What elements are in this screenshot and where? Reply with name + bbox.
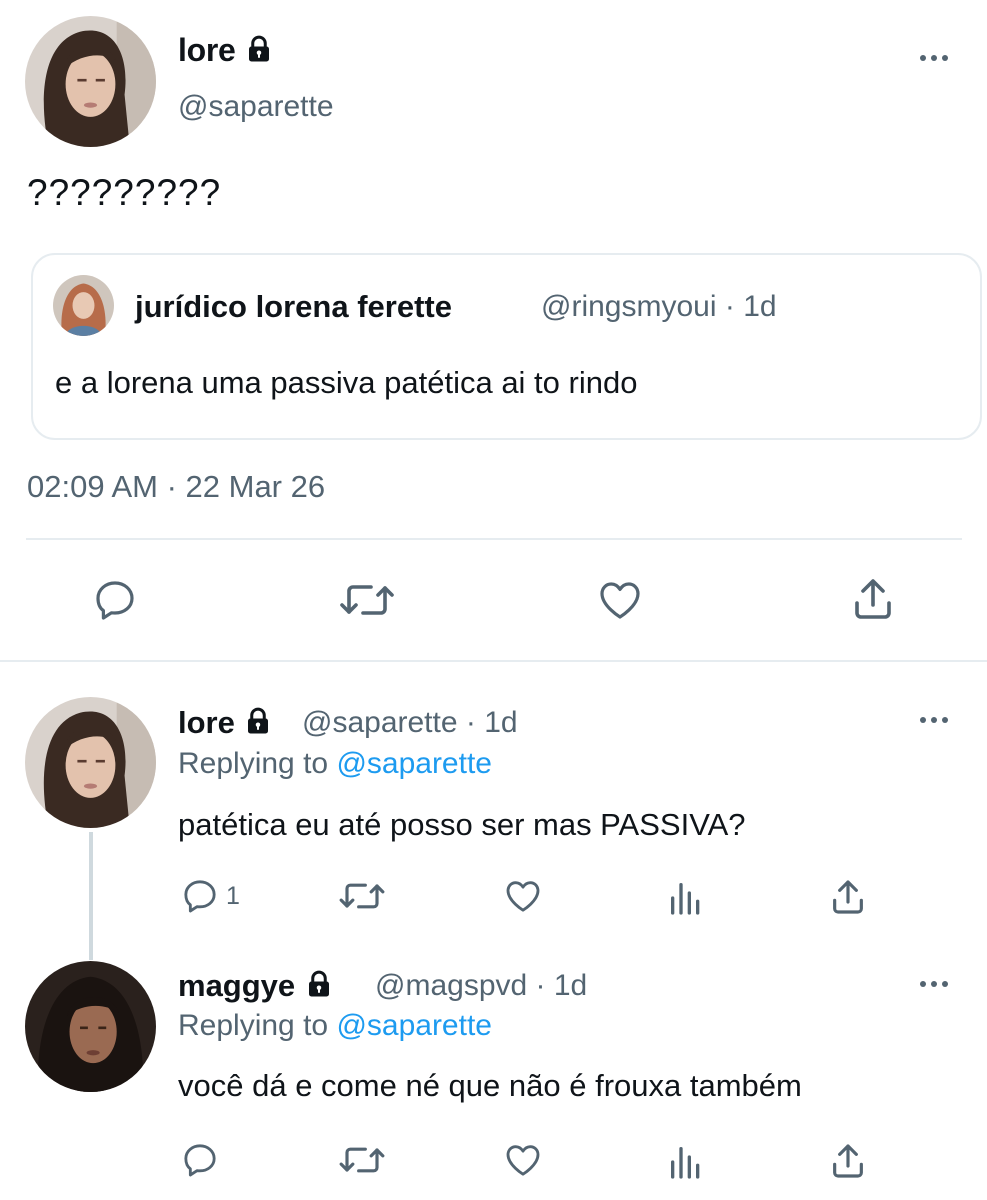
like-icon — [506, 881, 540, 912]
like-icon — [506, 1145, 540, 1176]
reply-button[interactable]: 1 — [180, 876, 240, 916]
share-icon — [833, 880, 863, 914]
mention-link[interactable]: @saparette — [336, 747, 492, 780]
separator-dot: · — [465, 706, 476, 739]
tweet-age[interactable]: 1d — [484, 706, 517, 739]
reply-icon — [184, 1144, 216, 1177]
more-options-icon[interactable] — [914, 48, 954, 68]
reply-icon — [184, 880, 216, 913]
more-options-icon[interactable] — [914, 710, 954, 730]
retweet-button[interactable] — [339, 576, 395, 624]
share-button[interactable] — [828, 876, 868, 918]
retweet-button[interactable] — [338, 876, 386, 916]
like-button[interactable] — [502, 1140, 544, 1180]
retweet-button[interactable] — [338, 1140, 386, 1180]
quoted-handle[interactable]: @ringsmyoui — [541, 290, 717, 323]
separator-dot: · — [724, 290, 735, 323]
quoted-age[interactable]: 1d — [743, 290, 776, 323]
avatar[interactable] — [25, 961, 156, 1092]
share-icon — [833, 1144, 863, 1178]
user-handle[interactable]: @saparette — [178, 90, 334, 124]
more-options-icon[interactable] — [914, 974, 954, 994]
replying-to: Replying to @saparette — [178, 747, 492, 781]
lock-icon — [308, 970, 329, 997]
analytics-button[interactable] — [666, 878, 706, 918]
replying-to-label: Replying to — [178, 1009, 329, 1042]
analytics-button[interactable] — [666, 1142, 706, 1182]
like-icon — [600, 582, 640, 619]
retweet-icon — [339, 883, 385, 909]
reply-button[interactable] — [91, 576, 139, 624]
like-button[interactable] — [595, 576, 645, 624]
tweet-timestamp[interactable]: 02:09 AM · 22 Mar 26 — [27, 469, 325, 505]
thread-line — [89, 832, 93, 960]
display-name[interactable]: maggye — [178, 968, 334, 1004]
share-button[interactable] — [828, 1140, 868, 1182]
reply-count: 1 — [226, 881, 240, 910]
like-button[interactable] — [502, 876, 544, 916]
separator-dot: · — [535, 969, 546, 1002]
tweet-age[interactable]: 1d — [554, 969, 587, 1002]
tweet-text: ????????? — [27, 172, 222, 213]
reply-meta: @magspvd · 1d — [375, 969, 587, 1003]
display-name-text: maggye — [178, 968, 296, 1003]
lock-icon — [248, 707, 269, 734]
display-name-text: lore — [178, 705, 235, 740]
avatar[interactable] — [25, 697, 156, 828]
reply-button[interactable] — [180, 1140, 226, 1180]
retweet-icon — [340, 585, 394, 615]
divider — [0, 660, 987, 662]
replying-to: Replying to @saparette — [178, 1009, 492, 1043]
divider — [26, 538, 962, 540]
avatar[interactable] — [25, 16, 156, 147]
tweet-text: patética eu até posso ser mas PASSIVA? — [178, 807, 746, 842]
replying-to-label: Replying to — [178, 747, 329, 780]
user-handle[interactable]: @magspvd — [375, 969, 527, 1002]
analytics-icon — [671, 883, 700, 915]
reply-meta: @saparette · 1d — [302, 706, 518, 740]
share-button[interactable] — [849, 574, 897, 624]
quoted-meta: @ringsmyoui · 1d — [541, 290, 777, 324]
user-handle[interactable]: @saparette — [302, 706, 458, 739]
display-name-text: lore — [178, 32, 236, 68]
display-name[interactable]: lore — [178, 705, 273, 741]
mention-link[interactable]: @saparette — [336, 1009, 492, 1042]
quoted-display-name[interactable]: jurídico lorena ferette — [135, 289, 452, 325]
analytics-icon — [671, 1147, 700, 1179]
lock-icon — [249, 35, 270, 62]
tweet-text: você dá e come né que não é frouxa també… — [178, 1068, 802, 1103]
reply-icon — [96, 581, 134, 620]
quoted-text: e a lorena uma passiva patética ai to ri… — [55, 365, 638, 400]
avatar[interactable] — [53, 275, 114, 336]
retweet-icon — [339, 1147, 385, 1173]
share-icon — [855, 579, 891, 619]
quoted-tweet[interactable]: jurídico lorena ferette @ringsmyoui · 1d… — [31, 253, 982, 440]
display-name[interactable]: lore — [178, 32, 274, 69]
